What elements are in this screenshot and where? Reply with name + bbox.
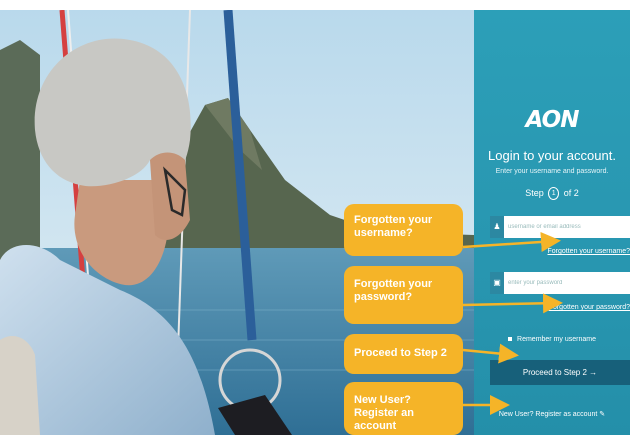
remember-checkbox[interactable] [508, 337, 513, 342]
login-panel: AON Login to your account. Enter your us… [474, 10, 630, 435]
arrow-right-icon: → [589, 368, 598, 377]
login-subtitle: Enter your username and password. [495, 168, 609, 175]
callout-forgot-password: Forgotten your password? [344, 266, 463, 324]
person-icon: ♟ [490, 216, 504, 238]
username-input[interactable] [508, 216, 626, 238]
callout-register: New User? Register an account [344, 382, 463, 435]
callout-forgot-username: Forgotten your username? [344, 204, 463, 256]
step-indicator: Step 1 of 2 [474, 187, 630, 200]
password-field[interactable]: ▣ [490, 272, 630, 294]
username-field[interactable]: ♟ [490, 216, 630, 238]
edit-icon: ✎ [599, 411, 606, 418]
login-title: Login to your account. [488, 148, 616, 163]
remember-label: Remember my username [517, 336, 596, 343]
forgot-password-link[interactable]: Forgotten your password? [549, 304, 630, 311]
proceed-label: Proceed to Step 2 [522, 368, 587, 377]
step-current: 1 [548, 187, 560, 200]
step-prefix: Step [525, 187, 544, 198]
remember-username[interactable]: Remember my username [474, 336, 630, 343]
register-link[interactable]: New User? Register as account ✎ [474, 410, 630, 418]
lock-icon: ▣ [490, 272, 504, 294]
step-suffix: of 2 [563, 187, 579, 198]
login-screen: AON Login to your account. Enter your us… [0, 0, 630, 435]
callout-proceed: Proceed to Step 2 [344, 334, 463, 374]
password-input[interactable] [508, 272, 626, 294]
aon-logo: AON [525, 107, 580, 133]
register-label: New User? Register as account [498, 411, 598, 418]
proceed-button[interactable]: Proceed to Step 2 → [490, 360, 630, 385]
forgot-username-link[interactable]: Forgotten your username? [548, 248, 630, 255]
